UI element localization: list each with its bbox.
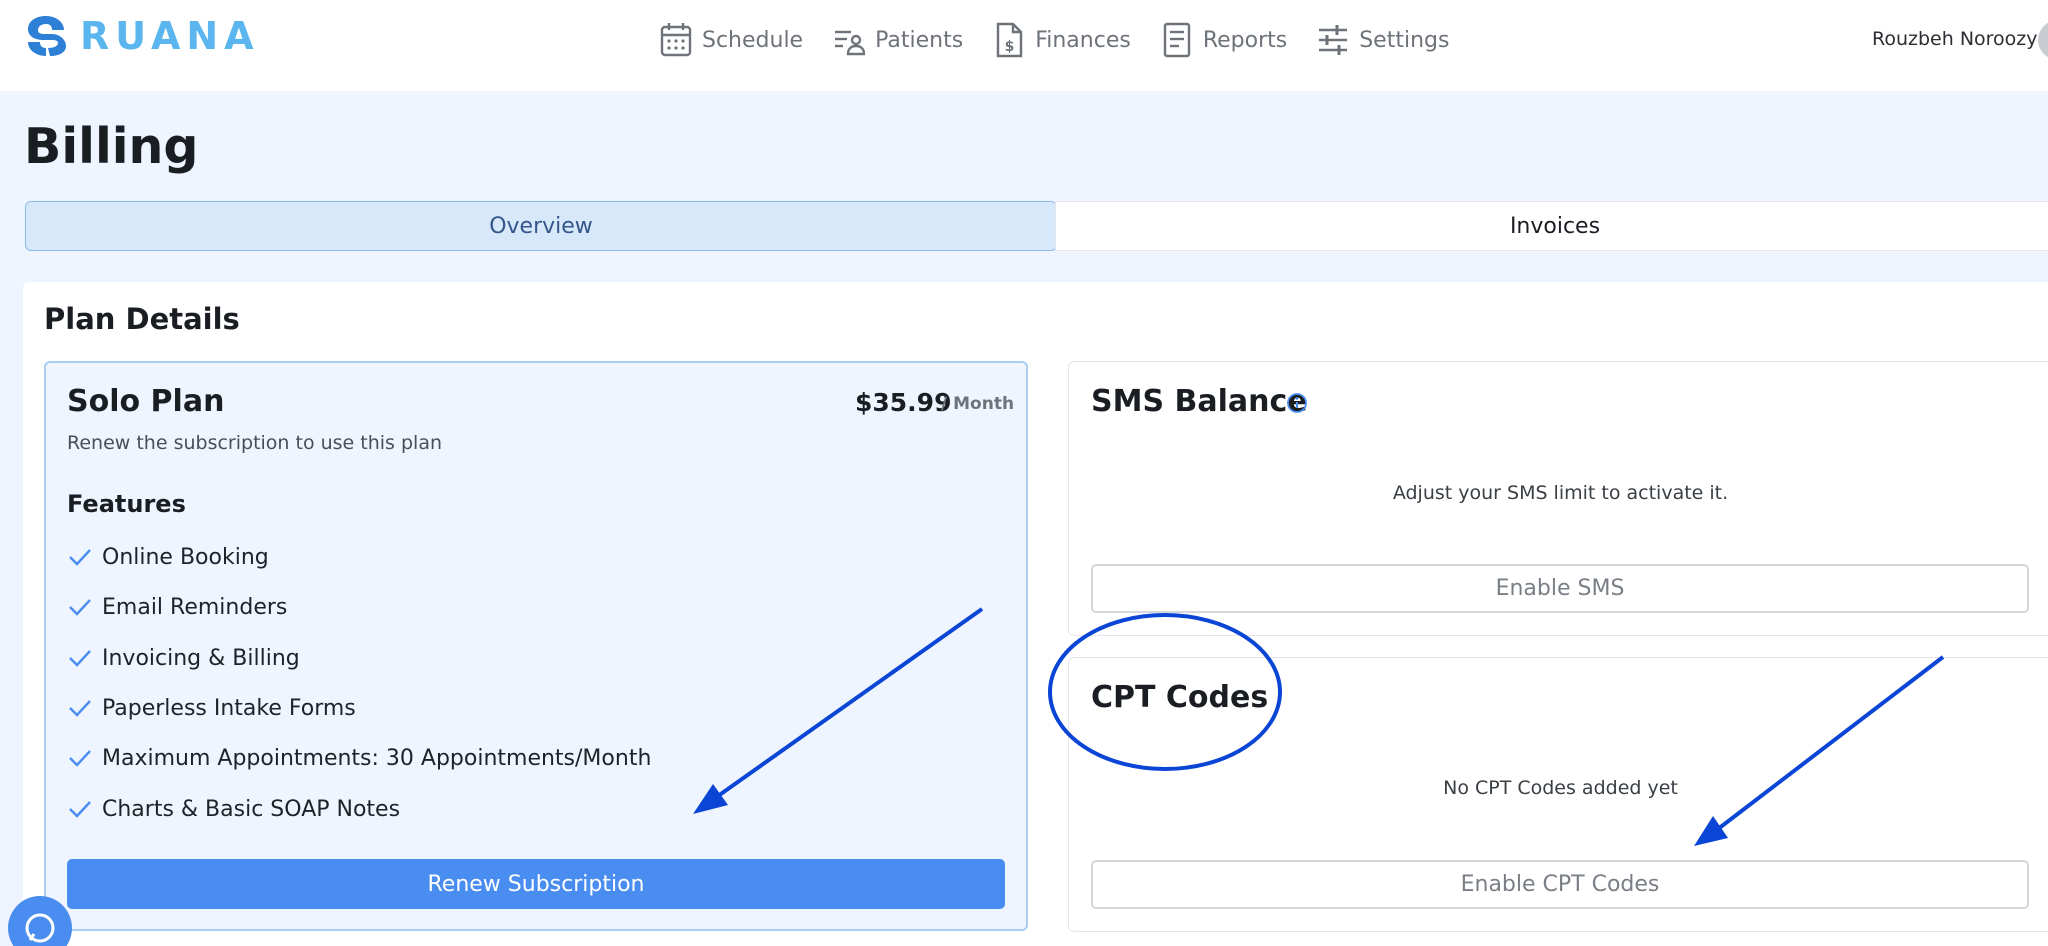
svg-text:$: $	[1005, 39, 1015, 55]
feature-item: Paperless Intake Forms	[68, 693, 356, 723]
enable-sms-button[interactable]: Enable SMS	[1091, 564, 2029, 613]
nav-finances[interactable]: $ Finances	[993, 22, 1131, 58]
feature-item: Maximum Appointments: 30 Appointments/Mo…	[68, 743, 651, 773]
logo-text: RUANA	[80, 14, 260, 58]
nav-settings-label: Settings	[1359, 27, 1450, 53]
feature-item: Invoicing & Billing	[68, 643, 300, 673]
renew-subscription-button[interactable]: Renew Subscription	[67, 859, 1005, 909]
plan-name: Solo Plan	[67, 384, 225, 419]
top-navigation-bar: RUANA Schedule Patients $ Finances Repor…	[0, 0, 2048, 91]
patients-icon	[835, 30, 866, 56]
plan-details-title: Plan Details	[44, 302, 240, 336]
nav-reports[interactable]: Reports	[1161, 22, 1287, 58]
avatar[interactable]	[2038, 20, 2048, 60]
billing-tabs: Overview Invoices	[25, 201, 2048, 251]
plan-description: Renew the subscription to use this plan	[67, 432, 443, 454]
main-nav: Schedule Patients $ Finances Reports Set…	[660, 18, 1479, 62]
feature-label: Charts & Basic SOAP Notes	[102, 796, 401, 822]
tab-invoices[interactable]: Invoices	[1055, 201, 2048, 251]
calendar-icon	[660, 23, 692, 57]
report-icon	[1163, 22, 1191, 58]
features-title: Features	[67, 490, 186, 518]
plan-price: $35.99	[855, 388, 952, 417]
finance-doc-icon: $	[996, 22, 1023, 58]
chat-icon	[25, 913, 55, 943]
ruana-logo[interactable]: RUANA	[22, 12, 260, 60]
check-icon	[69, 549, 91, 566]
check-icon	[69, 599, 91, 616]
nav-schedule-label: Schedule	[702, 27, 804, 53]
nav-patients[interactable]: Patients	[833, 22, 963, 58]
check-icon	[69, 750, 91, 767]
nav-patients-label: Patients	[875, 27, 964, 53]
plan-price-unit: / Month	[941, 394, 1015, 414]
check-icon	[69, 650, 91, 667]
feature-label: Paperless Intake Forms	[102, 695, 356, 721]
info-icon[interactable]	[1286, 392, 1308, 414]
feature-item: Charts & Basic SOAP Notes	[68, 794, 400, 824]
nav-schedule[interactable]: Schedule	[660, 22, 803, 58]
sms-message: Adjust your SMS limit to activate it.	[1392, 482, 1729, 504]
logo-mark-icon	[28, 16, 66, 56]
check-icon	[69, 801, 91, 818]
feature-label: Invoicing & Billing	[102, 645, 300, 671]
feature-label: Maximum Appointments: 30 Appointments/Mo…	[102, 745, 652, 771]
nav-reports-label: Reports	[1202, 27, 1288, 53]
feature-item: Email Reminders	[68, 592, 287, 622]
cpt-message: No CPT Codes added yet	[1443, 777, 1678, 799]
feature-label: Online Booking	[102, 544, 269, 570]
enable-cpt-codes-button[interactable]: Enable CPT Codes	[1091, 860, 2029, 909]
check-icon	[69, 700, 91, 717]
feature-label: Email Reminders	[102, 594, 288, 620]
sliders-icon	[1319, 25, 1348, 55]
sms-balance-title: SMS Balance	[1091, 384, 1308, 419]
page-title: Billing	[24, 118, 199, 175]
nav-finances-label: Finances	[1035, 27, 1131, 53]
user-name[interactable]: Rouzbeh Noroozy	[1872, 28, 2038, 50]
tab-overview[interactable]: Overview	[25, 201, 1057, 251]
nav-settings[interactable]: Settings	[1317, 22, 1449, 58]
feature-item: Online Booking	[68, 542, 269, 572]
cpt-codes-title: CPT Codes	[1091, 680, 1269, 715]
